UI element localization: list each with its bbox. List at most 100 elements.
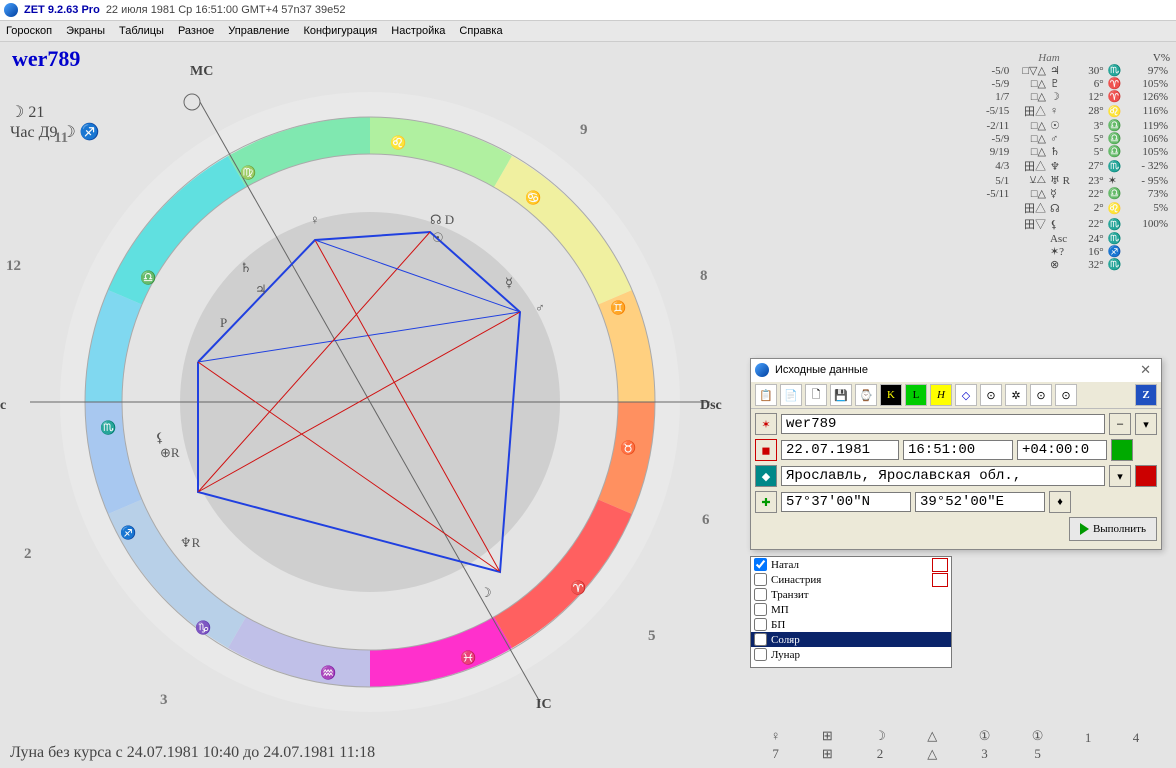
tz-color-icon[interactable] [1111,439,1133,461]
tb-circle2-icon[interactable]: ⊙ [1030,384,1052,406]
svg-text:♓: ♓ [460,650,476,665]
list-label: Соляр [771,634,800,646]
name-marker-icon[interactable]: ✶ [755,413,777,435]
menubar[interactable]: Гороскоп Экраны Таблицы Разное Управлени… [0,20,1176,42]
list-checkbox[interactable] [754,618,767,631]
place-input[interactable] [781,466,1105,486]
execute-button[interactable]: Выполнить [1069,517,1157,541]
list-checkbox[interactable] [754,603,767,616]
menu-screens[interactable]: Экраны [66,25,105,37]
list-item[interactable]: Синастрия [751,572,951,587]
tb-star-icon[interactable]: ✲ [1005,384,1027,406]
tb-now-icon[interactable]: ⌚ [855,384,877,406]
tb-l-icon[interactable]: L [905,384,927,406]
menu-help[interactable]: Справка [459,25,502,37]
list-item[interactable]: Транзит [751,587,951,602]
svg-text:☿: ☿ [505,275,513,290]
list-item[interactable]: МП [751,602,951,617]
tb-k-icon[interactable]: K [880,384,902,406]
close-icon[interactable]: ✕ [1134,362,1157,378]
planet-table: НатV% -5/0□▽△♃30°♏97%-5/9□△♇6°♈105%1/7□△… [975,52,1170,271]
tb-z-icon[interactable]: Z [1135,384,1157,406]
menu-settings[interactable]: Настройка [391,25,445,37]
name-dropdown-icon[interactable]: – [1109,413,1131,435]
menu-misc[interactable]: Разное [178,25,214,37]
svg-text:♑: ♑ [195,620,211,635]
tz-input[interactable] [1017,440,1107,460]
place-dropdown-icon[interactable]: ▾ [1109,465,1131,487]
glyph-col: ①3 [979,728,991,762]
glyph-col: △△ [927,728,937,762]
list-checkbox[interactable] [754,558,767,571]
time-input[interactable] [903,440,1013,460]
date-marker-icon[interactable]: ◼ [755,439,777,461]
glyph-col: ⊞⊞ [822,728,833,762]
dialog-toolbar[interactable]: 📋 📄 🗋 💾 ⌚ K L H ◇ ⊙ ✲ ⊙ ⊙ Z [751,381,1161,409]
chart-type-list[interactable]: НаталСинастрия Транзит МПБП Соляр Лунар [750,556,952,668]
list-label: Транзит [771,589,809,601]
list-badge-icon [932,573,948,587]
tb-diamond-icon[interactable]: ◇ [955,384,977,406]
menu-tables[interactable]: Таблицы [119,25,164,37]
menu-horoscope[interactable]: Гороскоп [6,25,52,37]
tb-save-icon[interactable]: 💾 [830,384,852,406]
table-row: 9/19□△♄5°♎105% [975,145,1170,158]
house-9: 9 [580,122,588,139]
place-color-icon[interactable] [1135,465,1157,487]
menu-config[interactable]: Конфигурация [303,25,377,37]
name-input[interactable] [781,414,1105,434]
tb-circle1-icon[interactable]: ⊙ [980,384,1002,406]
titlebar-date: 22 июля 1981 Ср 16:51:00 GMT+4 57n37 39e… [106,4,346,16]
tb-h-icon[interactable]: H [930,384,952,406]
list-item[interactable]: Лунар [751,647,951,662]
tb-new-icon[interactable]: 🗋 [805,384,827,406]
dialog-titlebar[interactable]: Исходные данные ✕ [751,359,1161,381]
glyph-col: 1 [1085,728,1092,762]
list-label: Лунар [771,649,800,661]
glyph-col: ♀7 [771,728,781,762]
house-5: 5 [648,628,656,645]
list-checkbox[interactable] [754,588,767,601]
coords-swap-icon[interactable]: ♦ [1049,491,1071,513]
list-item[interactable]: БП [751,617,951,632]
svg-text:♒: ♒ [320,665,336,680]
lon-input[interactable] [915,492,1045,512]
date-input[interactable] [781,440,899,460]
svg-text:☊ D: ☊ D [430,212,454,227]
svg-text:☽: ☽ [480,585,492,600]
footer-status: Луна без курса с 24.07.1981 10:40 до 24.… [10,744,375,762]
source-data-dialog[interactable]: Исходные данные ✕ 📋 📄 🗋 💾 ⌚ K L H ◇ ⊙ ✲ … [750,358,1162,550]
tb-circle3-icon[interactable]: ⊙ [1055,384,1077,406]
list-checkbox[interactable] [754,633,767,646]
svg-text:♄: ♄ [240,260,252,275]
app-titlebar: ZET 9.2.63 Pro 22 июля 1981 Ср 16:51:00 … [0,0,1176,20]
table-row: 5/1⚺△♅ R23°✶- 95% [975,174,1170,187]
name-more-icon[interactable]: ▾ [1135,413,1157,435]
lat-input[interactable] [781,492,911,512]
house-6: 6 [702,512,710,529]
table-row: -5/11□△☿22°♎73% [975,187,1170,200]
table-vhdr: V% [1153,52,1170,64]
svg-text:♎: ♎ [140,270,156,285]
svg-text:♊: ♊ [610,300,626,315]
house-2: 2 [24,546,32,563]
svg-text:♃: ♃ [255,282,267,297]
tb-copy-icon[interactable]: 📄 [780,384,802,406]
dialog-icon [755,363,769,377]
play-icon [1080,523,1089,535]
menu-control[interactable]: Управление [228,25,289,37]
list-item[interactable]: Натал [751,557,951,572]
list-item[interactable]: Соляр [751,632,951,647]
svg-text:♐: ♐ [120,525,136,540]
tb-paste-icon[interactable]: 📋 [755,384,777,406]
table-row: 田△☊2°♌5% [975,200,1170,216]
list-checkbox[interactable] [754,648,767,661]
list-checkbox[interactable] [754,573,767,586]
chart-wheel[interactable]: wer789 ☽ 21 Час Д9 ☽ ♐ [0,42,740,768]
svg-text:♏: ♏ [100,420,116,435]
place-marker-icon[interactable]: ◆ [755,465,777,487]
coords-marker-icon[interactable]: ✚ [755,491,777,513]
svg-text:♌: ♌ [390,135,406,150]
list-label: Натал [771,559,799,571]
list-label: МП [771,604,789,616]
